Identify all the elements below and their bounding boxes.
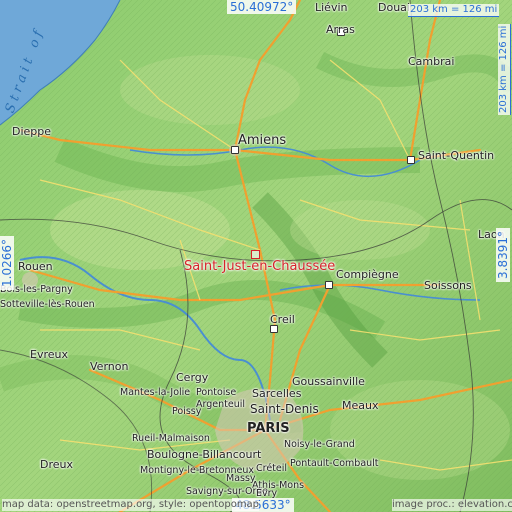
place-label: Compiègne	[336, 268, 399, 281]
place-label: Soissons	[424, 279, 472, 292]
top-latitude: 50.40972°	[227, 0, 297, 14]
attribution-image-proc[interactable]: image proc.: elevation.city	[392, 499, 512, 511]
place-label: Pontault-Combault	[290, 458, 379, 469]
place-label: Dieppe	[12, 125, 52, 138]
place-label: Cergy	[176, 371, 209, 384]
place-label: PARIS	[247, 421, 290, 436]
place-label: Creil	[270, 313, 295, 326]
place-label: Sarcelles	[252, 387, 302, 400]
creil-marker[interactable]	[270, 325, 278, 333]
place-label: Noisy-le-Grand	[284, 439, 355, 450]
place-label: Sotteville-lès-Rouen	[0, 299, 95, 310]
place-label: Goussainville	[292, 375, 365, 388]
attribution-map-data[interactable]: map data: openstreetmap.org, style: open…	[2, 499, 260, 511]
place-label: Meaux	[342, 399, 379, 412]
place-label: Dreux	[40, 458, 73, 471]
place-label: Pontoise	[196, 387, 237, 398]
place-label: Vernon	[90, 360, 129, 373]
place-label: Rueil-Malmaison	[132, 433, 210, 444]
scale-horizontal: 203 km = 126 mi	[408, 4, 500, 17]
place-label: Saint-Quentin	[418, 149, 495, 162]
place-label: Mantes-la-Jolie	[120, 387, 191, 398]
saint-quentin-marker[interactable]	[407, 156, 415, 164]
place-label: Amiens	[238, 133, 287, 148]
place-label: Créteil	[256, 463, 288, 474]
place-label: Liévin	[315, 1, 348, 14]
place-label: Cambrai	[408, 55, 455, 68]
compiegne-marker[interactable]	[325, 281, 333, 289]
target-marker[interactable]	[251, 250, 260, 259]
place-label: Saint-Denis	[250, 402, 319, 416]
place-label: Rouen	[18, 260, 53, 273]
place-label: Boulogne-Billancourt	[147, 448, 262, 461]
place-label: Evreux	[30, 348, 68, 361]
place-label: Arras	[326, 23, 355, 36]
place-label: Douai	[378, 1, 410, 14]
target-label[interactable]: Saint-Just-en-Chaussée	[184, 260, 335, 273]
right-longitude: 3.8391°	[496, 228, 510, 282]
place-label: Argenteuil	[196, 399, 246, 410]
scale-vertical: 203 km = 126 mi	[498, 23, 511, 115]
map-view[interactable]: Strait of Liévin Douai Arras Cambrai Die…	[0, 0, 512, 512]
left-longitude: 1.0266°	[0, 236, 14, 290]
place-label: Poissy	[172, 406, 202, 417]
